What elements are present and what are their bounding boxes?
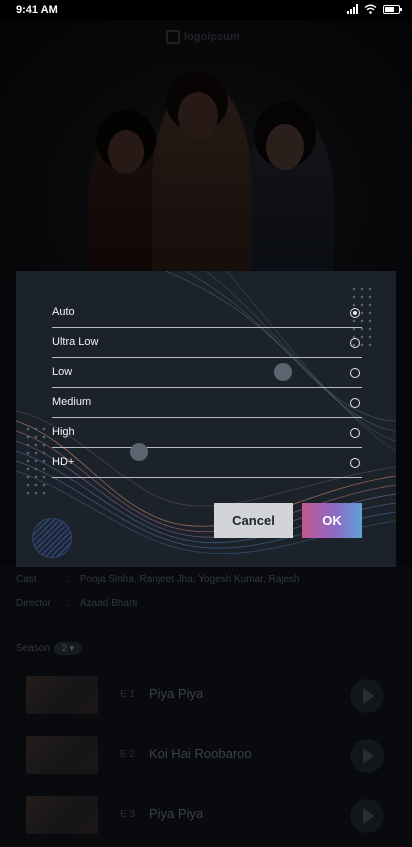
option-label: Ultra Low [52, 336, 99, 348]
radio-icon[interactable] [350, 428, 360, 438]
touch-indicator [274, 363, 292, 381]
cancel-button[interactable]: Cancel [214, 503, 293, 538]
circle-decoration [32, 518, 72, 558]
option-label: High [52, 426, 75, 438]
option-label: HD+ [52, 456, 75, 468]
quality-option-high[interactable]: High [52, 418, 362, 448]
quality-option-hd-plus[interactable]: HD+ [52, 448, 362, 478]
signal-icon [347, 4, 358, 14]
wifi-icon [364, 4, 377, 14]
status-time: 9:41 AM [16, 4, 58, 16]
radio-icon[interactable] [350, 458, 360, 468]
ok-button[interactable]: OK [302, 503, 362, 538]
quality-dialog: Auto Ultra Low Low Medium High HD+ Cance… [16, 271, 396, 567]
radio-icon[interactable] [350, 338, 360, 348]
radio-selected-icon[interactable] [350, 308, 360, 318]
radio-icon[interactable] [350, 398, 360, 408]
quality-option-medium[interactable]: Medium [52, 388, 362, 418]
quality-option-low[interactable]: Low [52, 358, 362, 388]
touch-indicator [130, 443, 148, 461]
quality-option-auto[interactable]: Auto [52, 298, 362, 328]
radio-icon[interactable] [350, 368, 360, 378]
option-label: Auto [52, 306, 75, 318]
option-label: Low [52, 366, 73, 378]
quality-option-ultra-low[interactable]: Ultra Low [52, 328, 362, 358]
status-bar: 9:41 AM [0, 0, 412, 20]
battery-icon [383, 4, 402, 14]
status-icons [347, 4, 402, 14]
option-label: Medium [52, 396, 92, 408]
